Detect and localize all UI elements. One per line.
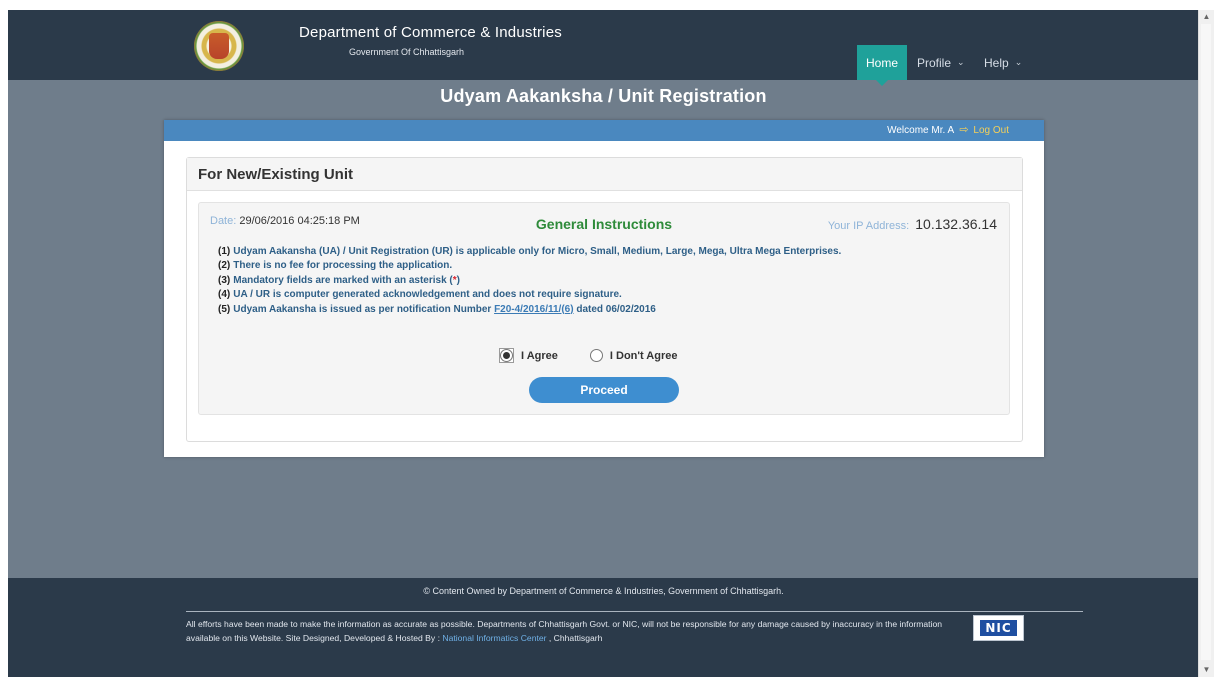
department-title: Department of Commerce & Industries bbox=[299, 24, 562, 41]
instruction-number: (4) bbox=[218, 289, 231, 301]
proceed-button[interactable]: Proceed bbox=[529, 377, 679, 403]
disagree-option[interactable]: I Don't Agree bbox=[589, 349, 678, 362]
page-frame: Department of Commerce & Industries Gove… bbox=[8, 10, 1199, 677]
unit-card: For New/Existing Unit Date: 29/06/2016 0… bbox=[186, 157, 1023, 442]
nav-home-label: Home bbox=[865, 55, 898, 70]
registration-panel: Welcome Mr. A ⇨ Log Out For New/Existing… bbox=[164, 120, 1044, 457]
agreement-radio-group: I Agree I Don't Agree bbox=[499, 348, 678, 363]
agree-radio[interactable] bbox=[499, 348, 514, 363]
disagree-radio[interactable] bbox=[589, 349, 603, 362]
nav-home[interactable]: Home bbox=[857, 45, 907, 86]
ip-display: Your IP Address: 10.132.36.14 bbox=[828, 216, 997, 232]
nav-help[interactable]: Help ⌄ bbox=[984, 45, 1022, 80]
instruction-text: Mandatory fields are marked with an aste… bbox=[233, 274, 453, 286]
page-title: Udyam Aakanksha / Unit Registration bbox=[440, 86, 767, 106]
card-header: For New/Existing Unit bbox=[187, 158, 1022, 191]
instruction-text: There is no fee for processing the appli… bbox=[233, 260, 453, 272]
instruction-number: (3) bbox=[218, 274, 231, 286]
nav-profile[interactable]: Profile ⌄ bbox=[917, 45, 965, 80]
footer-divider bbox=[186, 611, 1083, 612]
notification-link[interactable]: F20-4/2016/11/(6) bbox=[494, 304, 574, 315]
logout-link[interactable]: Log Out bbox=[973, 125, 1009, 136]
department-subtitle: Government Of Chhattisgarh bbox=[349, 47, 465, 57]
ip-value: 10.132.36.14 bbox=[915, 216, 997, 232]
logout-icon[interactable]: ⇨ bbox=[959, 124, 968, 136]
top-header: Department of Commerce & Industries Gove… bbox=[8, 10, 1199, 86]
card-title: For New/Existing Unit bbox=[198, 166, 354, 183]
ip-label: Your IP Address: bbox=[827, 220, 910, 232]
govt-emblem-logo bbox=[194, 21, 244, 71]
instruction-item: (1) Udyam Aakansha (UA) / Unit Registrati… bbox=[218, 245, 841, 259]
scrollbar-thumb[interactable] bbox=[1201, 24, 1211, 660]
disclaimer-text: All efforts have been made to make the i… bbox=[186, 618, 956, 645]
instruction-item: (2) There is no fee for processing the ap… bbox=[218, 259, 841, 273]
disclaimer-end: , Chhattisgarh bbox=[546, 632, 603, 643]
instruction-list: (1) Udyam Aakansha (UA) / Unit Registrati… bbox=[218, 245, 841, 317]
disagree-label: I Don't Agree bbox=[609, 349, 678, 362]
nic-logo-text: NIC bbox=[980, 620, 1017, 636]
nav-profile-label: Profile bbox=[917, 55, 952, 70]
instruction-item: (4) UA / UR is computer generated acknowl… bbox=[218, 288, 841, 302]
instruction-text: UA / UR is computer generated acknowledg… bbox=[233, 289, 622, 301]
agree-label: I Agree bbox=[521, 349, 558, 362]
welcome-text: Welcome Mr. A bbox=[887, 125, 954, 136]
instruction-number: (2) bbox=[218, 260, 231, 272]
chevron-down-icon: ⌄ bbox=[957, 57, 965, 67]
instructions-box: Date: 29/06/2016 04:25:18 PM General Ins… bbox=[198, 202, 1010, 415]
scroll-up-arrow-icon[interactable]: ▲ bbox=[1199, 10, 1214, 24]
instruction-number: (5) bbox=[218, 303, 231, 315]
footer: © Content Owned by Department of Commerc… bbox=[8, 578, 1199, 677]
copyright-text: © Content Owned by Department of Commerc… bbox=[423, 586, 784, 596]
nic-link[interactable]: National Informatics Center bbox=[442, 633, 546, 643]
welcome-area: Welcome Mr. A ⇨ Log Out bbox=[887, 123, 1009, 136]
instruction-text-end: ) bbox=[456, 274, 461, 286]
vertical-scrollbar[interactable]: ▲ ▼ bbox=[1198, 10, 1214, 677]
panel-header-bar: Welcome Mr. A ⇨ Log Out bbox=[164, 120, 1044, 141]
chevron-down-icon: ⌄ bbox=[1014, 57, 1023, 67]
instruction-item: (3) Mandatory fields are marked with an a… bbox=[218, 274, 841, 288]
scroll-down-arrow-icon[interactable]: ▼ bbox=[1199, 663, 1214, 677]
nic-logo[interactable]: NIC bbox=[973, 615, 1024, 641]
instruction-item: (5) Udyam Aakansha is issued as per notif… bbox=[218, 303, 841, 317]
agree-option[interactable]: I Agree bbox=[499, 348, 558, 363]
instruction-text: Udyam Aakansha is issued as per notifica… bbox=[233, 303, 495, 315]
nav-help-label: Help bbox=[984, 55, 1009, 70]
instruction-text-end: dated 06/02/2016 bbox=[573, 303, 656, 315]
instruction-text: Udyam Aakansha (UA) / Unit Registration … bbox=[233, 246, 842, 257]
instruction-number: (1) bbox=[218, 246, 231, 257]
